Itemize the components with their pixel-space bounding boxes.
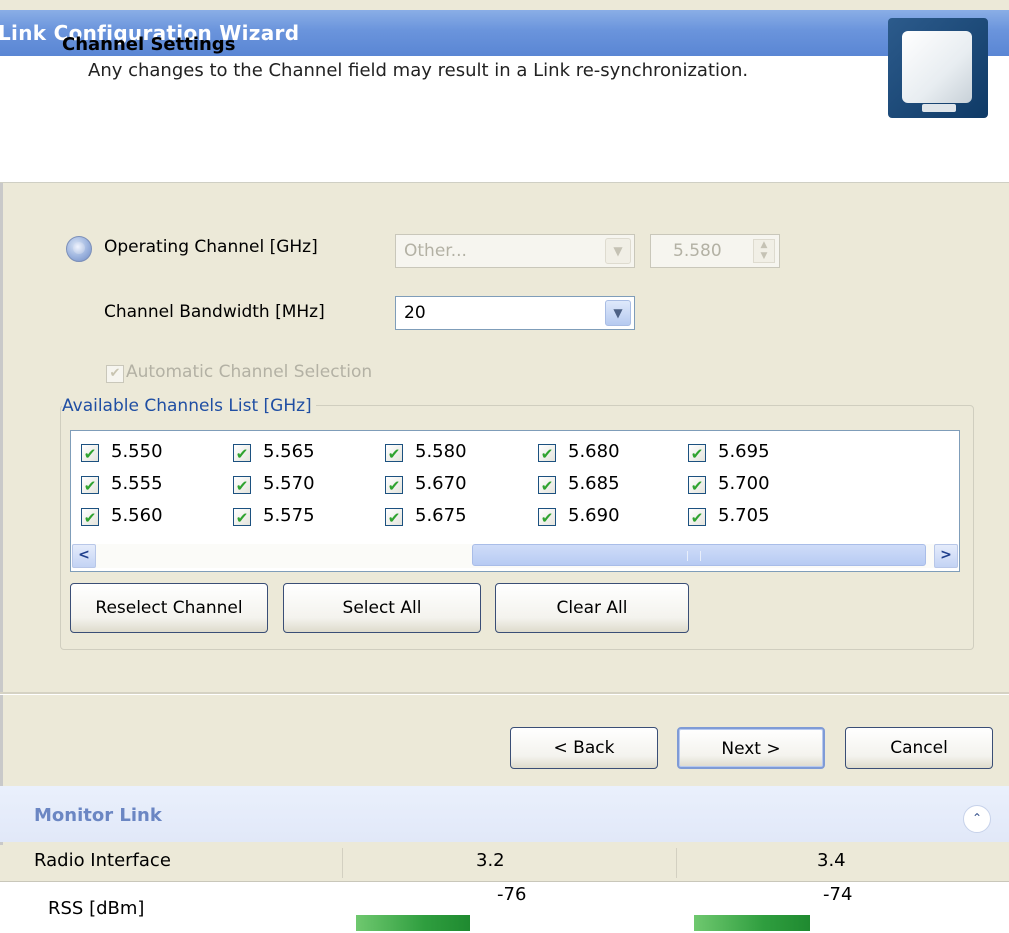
channel-bandwidth-label: Channel Bandwidth [MHz] <box>104 302 325 322</box>
operating-channel-label: Operating Channel [GHz] <box>104 237 318 257</box>
radio-interface-value-1: 3.2 <box>476 850 505 871</box>
collapse-chevron-up-icon[interactable]: ⌃ <box>963 805 991 833</box>
rss-value-2: -74 <box>823 884 853 905</box>
channel-item-label: 5.560 <box>111 505 163 526</box>
chevron-left-icon[interactable]: < <box>72 544 96 568</box>
checkbox-checked-icon[interactable]: ✔ <box>538 508 556 527</box>
channel-bandwidth-select[interactable]: 20 ▼ <box>395 296 635 330</box>
spin-up-down-icon[interactable]: ▲ ▼ <box>753 239 775 263</box>
available-channels-group-title: Available Channels List [GHz] <box>62 396 316 416</box>
checkbox-checked-icon[interactable]: ✔ <box>81 444 99 463</box>
checkbox-checked-icon[interactable]: ✔ <box>81 508 99 527</box>
checkbox-checked-icon[interactable]: ✔ <box>538 444 556 463</box>
channel-item-label: 5.695 <box>718 441 770 462</box>
channel-item-label: 5.690 <box>568 505 620 526</box>
operating-channel-spinner[interactable]: 5.580 ▲ ▼ <box>650 234 780 268</box>
checkbox-checked-icon[interactable]: ✔ <box>81 476 99 495</box>
checkbox-checked-icon[interactable]: ✔ <box>233 444 251 463</box>
checkbox-checked-icon[interactable]: ✔ <box>688 476 706 495</box>
rss-level-bar-1 <box>356 915 470 931</box>
chevron-down-icon[interactable]: ▼ <box>605 238 631 264</box>
checkbox-checked-icon[interactable]: ✔ <box>233 508 251 527</box>
channel-item-label: 5.575 <box>263 505 315 526</box>
automatic-channel-selection-checkbox[interactable]: ✔ <box>106 365 124 383</box>
channel-item-label: 5.570 <box>263 473 315 494</box>
column-divider <box>342 848 343 878</box>
scrollbar-thumb[interactable] <box>472 544 926 566</box>
checkbox-checked-icon[interactable]: ✔ <box>688 444 706 463</box>
checkbox-checked-icon[interactable]: ✔ <box>385 444 403 463</box>
channel-item-label: 5.700 <box>718 473 770 494</box>
clear-all-button[interactable]: Clear All <box>495 583 689 633</box>
checkbox-checked-icon[interactable]: ✔ <box>233 476 251 495</box>
page-subtitle: Any changes to the Channel field may res… <box>88 60 749 81</box>
channel-item-label: 5.565 <box>263 441 315 462</box>
page-title: Channel Settings <box>62 34 236 55</box>
checkbox-checked-icon[interactable]: ✔ <box>385 476 403 495</box>
rss-label: RSS [dBm] <box>48 898 145 919</box>
next-button[interactable]: Next > <box>677 727 825 769</box>
reselect-channel-button[interactable]: Reselect Channel <box>70 583 268 633</box>
channels-horizontal-scrollbar[interactable]: < > <box>72 544 958 568</box>
back-button[interactable]: < Back <box>510 727 658 769</box>
automatic-channel-selection-label: Automatic Channel Selection <box>126 362 373 382</box>
channel-item-label: 5.550 <box>111 441 163 462</box>
rss-value-1: -76 <box>497 884 527 905</box>
operating-channel-select-value: Other... <box>404 241 467 261</box>
operating-channel-spinner-value: 5.580 <box>673 241 722 261</box>
checkbox-checked-icon[interactable]: ✔ <box>688 508 706 527</box>
chevron-right-icon[interactable]: > <box>934 544 958 568</box>
radio-interface-label: Radio Interface <box>34 850 171 871</box>
cancel-button[interactable]: Cancel <box>845 727 993 769</box>
channel-item-label: 5.555 <box>111 473 163 494</box>
operating-channel-radio[interactable] <box>66 236 92 262</box>
channel-item-label: 5.675 <box>415 505 467 526</box>
divider <box>0 692 1009 695</box>
radio-device-icon <box>888 18 988 118</box>
checkbox-checked-icon[interactable]: ✔ <box>538 476 556 495</box>
chevron-down-icon[interactable]: ▼ <box>605 300 631 326</box>
operating-channel-select[interactable]: Other... ▼ <box>395 234 635 268</box>
select-all-button[interactable]: Select All <box>283 583 481 633</box>
channel-item-label: 5.705 <box>718 505 770 526</box>
checkbox-checked-icon[interactable]: ✔ <box>385 508 403 527</box>
rss-level-bar-2 <box>694 915 810 931</box>
channel-item-label: 5.680 <box>568 441 620 462</box>
monitor-link-title: Monitor Link <box>34 805 162 826</box>
channel-item-label: 5.670 <box>415 473 467 494</box>
radio-interface-value-2: 3.4 <box>817 850 846 871</box>
column-divider <box>676 848 677 878</box>
channel-bandwidth-value: 20 <box>404 303 426 323</box>
channel-item-label: 5.580 <box>415 441 467 462</box>
channel-item-label: 5.685 <box>568 473 620 494</box>
